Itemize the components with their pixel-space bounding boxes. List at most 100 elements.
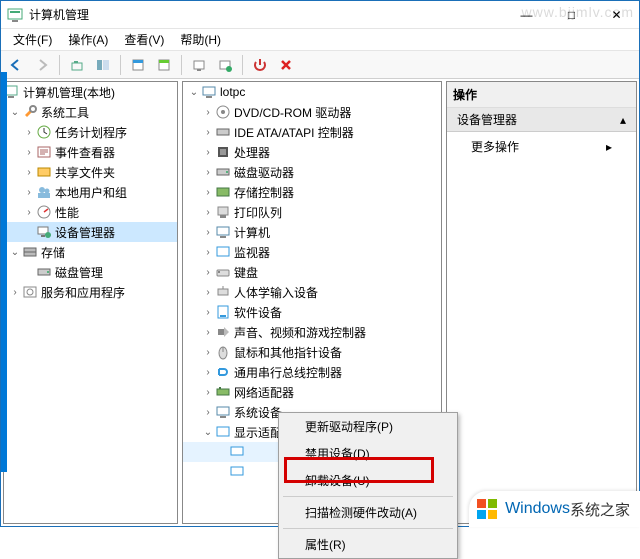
help-button[interactable] bbox=[188, 54, 210, 76]
twisty-open-icon[interactable]: ⌄ bbox=[8, 247, 22, 258]
twisty-closed-icon[interactable]: › bbox=[201, 307, 215, 318]
cm-disable-device[interactable]: 禁用设备(D) bbox=[279, 440, 457, 467]
cm-update-driver[interactable]: 更新驱动程序(P) bbox=[279, 413, 457, 440]
twisty-closed-icon[interactable]: › bbox=[201, 127, 215, 138]
node-label: 共享文件夹 bbox=[55, 164, 115, 181]
users-icon bbox=[36, 184, 52, 200]
device-category[interactable]: ›声音、视频和游戏控制器 bbox=[183, 322, 441, 342]
scan-hardware-button[interactable] bbox=[214, 54, 236, 76]
close-button[interactable]: ✕ bbox=[594, 1, 639, 29]
enable-button[interactable] bbox=[249, 54, 271, 76]
properties-button[interactable] bbox=[127, 54, 149, 76]
node-label: 性能 bbox=[55, 204, 79, 221]
device-category[interactable]: ›IDE ATA/ATAPI 控制器 bbox=[183, 122, 441, 142]
twisty-open-icon[interactable]: ⌄ bbox=[8, 107, 22, 118]
device-category[interactable]: ›键盘 bbox=[183, 262, 441, 282]
node-local-users[interactable]: › 本地用户和组 bbox=[4, 182, 177, 202]
category-icon bbox=[215, 204, 231, 220]
node-label: 服务和应用程序 bbox=[41, 284, 125, 301]
menu-file[interactable]: 文件(F) bbox=[5, 29, 60, 50]
twisty-closed-icon[interactable]: › bbox=[22, 207, 36, 218]
cm-scan-hardware[interactable]: 扫描检测硬件改动(A) bbox=[279, 499, 457, 526]
category-icon bbox=[215, 364, 231, 380]
cm-properties[interactable]: 属性(R) bbox=[279, 531, 457, 558]
app-icon bbox=[7, 7, 23, 23]
device-category-label: 系统设备 bbox=[234, 404, 282, 421]
footer-suffix: 系统之家 bbox=[570, 499, 630, 520]
twisty-closed-icon[interactable]: › bbox=[201, 387, 215, 398]
menu-action[interactable]: 操作(A) bbox=[60, 29, 116, 50]
maximize-button[interactable]: □ bbox=[549, 1, 594, 29]
menu-help[interactable]: 帮助(H) bbox=[172, 29, 229, 50]
twisty-closed-icon[interactable]: › bbox=[201, 407, 215, 418]
refresh-button[interactable] bbox=[153, 54, 175, 76]
uninstall-button[interactable] bbox=[275, 54, 297, 76]
back-button[interactable] bbox=[5, 54, 27, 76]
twisty-closed-icon[interactable]: › bbox=[22, 147, 36, 158]
footer-logo: Windows 系统之家 bbox=[469, 491, 640, 527]
cm-uninstall-device[interactable]: 卸载设备(U) bbox=[279, 467, 457, 494]
node-label: 任务计划程序 bbox=[55, 124, 127, 141]
device-category[interactable]: › 网络适配器 bbox=[183, 382, 441, 402]
device-category[interactable]: ›存储控制器 bbox=[183, 182, 441, 202]
node-computer-mgmt[interactable]: 计算机管理(本地) bbox=[4, 82, 177, 102]
twisty-closed-icon[interactable]: › bbox=[201, 247, 215, 258]
twisty-closed-icon[interactable]: › bbox=[201, 147, 215, 158]
device-category[interactable]: ›处理器 bbox=[183, 142, 441, 162]
device-category[interactable]: ›磁盘驱动器 bbox=[183, 162, 441, 182]
twisty-closed-icon[interactable]: › bbox=[22, 167, 36, 178]
twisty-closed-icon[interactable]: › bbox=[201, 207, 215, 218]
twisty-closed-icon[interactable]: › bbox=[22, 187, 36, 198]
device-category[interactable]: ›人体学输入设备 bbox=[183, 282, 441, 302]
twisty-open-icon[interactable]: ⌄ bbox=[201, 427, 215, 438]
twisty-closed-icon[interactable]: › bbox=[201, 187, 215, 198]
left-tree-pane: 计算机管理(本地) ⌄ 系统工具 › 任务计划程序 › 事件查看器 › 共享文件… bbox=[3, 81, 178, 524]
twisty-closed-icon[interactable]: › bbox=[201, 107, 215, 118]
twisty-closed-icon[interactable]: › bbox=[201, 287, 215, 298]
device-category[interactable]: ›通用串行总线控制器 bbox=[183, 362, 441, 382]
node-storage[interactable]: ⌄ 存储 bbox=[4, 242, 177, 262]
device-root-label: lotpc bbox=[220, 85, 245, 99]
twisty-closed-icon[interactable]: › bbox=[201, 347, 215, 358]
up-button[interactable] bbox=[66, 54, 88, 76]
node-task-scheduler[interactable]: › 任务计划程序 bbox=[4, 122, 177, 142]
device-category[interactable]: ›监视器 bbox=[183, 242, 441, 262]
node-device-manager[interactable]: 设备管理器 bbox=[4, 222, 177, 242]
show-hide-tree-button[interactable] bbox=[92, 54, 114, 76]
collapse-icon[interactable]: ▴ bbox=[620, 113, 626, 127]
twisty-closed-icon[interactable]: › bbox=[201, 267, 215, 278]
minimize-button[interactable]: — bbox=[504, 1, 549, 29]
actions-more[interactable]: 更多操作 ▸ bbox=[447, 132, 636, 161]
device-root[interactable]: ⌄ lotpc bbox=[183, 82, 441, 102]
node-system-tools[interactable]: ⌄ 系统工具 bbox=[4, 102, 177, 122]
node-performance[interactable]: › 性能 bbox=[4, 202, 177, 222]
category-icon bbox=[215, 284, 231, 300]
pc-icon bbox=[201, 84, 217, 100]
actions-header: 操作 bbox=[447, 82, 636, 108]
device-category[interactable]: ›鼠标和其他指针设备 bbox=[183, 342, 441, 362]
category-icon bbox=[215, 304, 231, 320]
twisty-closed-icon[interactable]: › bbox=[8, 287, 22, 298]
category-icon bbox=[215, 164, 231, 180]
twisty-closed-icon[interactable]: › bbox=[201, 167, 215, 178]
node-services-apps[interactable]: › 服务和应用程序 bbox=[4, 282, 177, 302]
twisty-closed-icon[interactable]: › bbox=[22, 127, 36, 138]
twisty-closed-icon[interactable]: › bbox=[201, 327, 215, 338]
device-category[interactable]: ›DVD/CD-ROM 驱动器 bbox=[183, 102, 441, 122]
twisty-open-icon[interactable]: ⌄ bbox=[187, 87, 201, 98]
device-category[interactable]: ›计算机 bbox=[183, 222, 441, 242]
node-event-viewer[interactable]: › 事件查看器 bbox=[4, 142, 177, 162]
node-disk-mgmt[interactable]: 磁盘管理 bbox=[4, 262, 177, 282]
twisty-closed-icon[interactable]: › bbox=[201, 367, 215, 378]
perf-icon bbox=[36, 204, 52, 220]
device-category[interactable]: ›软件设备 bbox=[183, 302, 441, 322]
device-category-label: 网络适配器 bbox=[234, 384, 294, 401]
forward-button[interactable] bbox=[31, 54, 53, 76]
device-category[interactable]: ›打印队列 bbox=[183, 202, 441, 222]
category-icon bbox=[215, 344, 231, 360]
node-label: 系统工具 bbox=[41, 104, 89, 121]
node-shared-folders[interactable]: › 共享文件夹 bbox=[4, 162, 177, 182]
menu-view[interactable]: 查看(V) bbox=[116, 29, 172, 50]
twisty-closed-icon[interactable]: › bbox=[201, 227, 215, 238]
actions-subheader[interactable]: 设备管理器 ▴ bbox=[447, 108, 636, 132]
